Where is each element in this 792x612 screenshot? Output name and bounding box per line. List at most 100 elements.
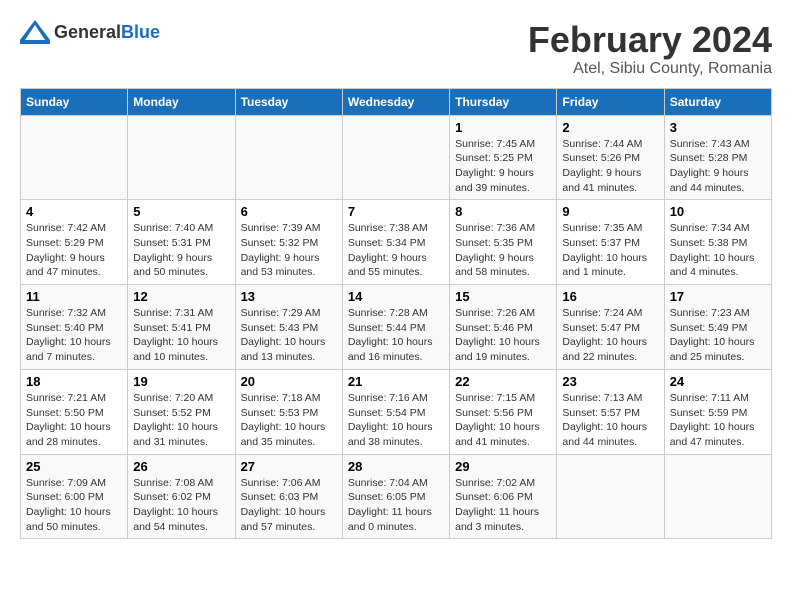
calendar-cell: 6Sunrise: 7:39 AM Sunset: 5:32 PM Daylig…: [235, 200, 342, 285]
calendar-cell: [235, 115, 342, 200]
day-number: 1: [455, 120, 551, 135]
day-number: 18: [26, 374, 122, 389]
calendar-cell: 29 Sunrise: 7:02 AM Sunset: 6:06 PM Dayli…: [450, 454, 557, 539]
logo-general: GeneralBlue: [54, 22, 160, 43]
calendar-cell: 14 Sunrise: 7:28 AM Sunset: 5:44 PM Dayli…: [342, 285, 449, 370]
calendar-cell: 27 Sunrise: 7:06 AM Sunset: 6:03 PM Dayli…: [235, 454, 342, 539]
day-number: 15: [455, 289, 551, 304]
day-info: Sunrise: 7:15 AM Sunset: 5:56 PM Dayligh…: [455, 391, 551, 450]
day-info: Sunrise: 7:04 AM Sunset: 6:05 PM Dayligh…: [348, 476, 444, 535]
calendar-cell: [557, 454, 664, 539]
day-info: Sunrise: 7:18 AM Sunset: 5:53 PM Dayligh…: [241, 391, 337, 450]
calendar-cell: 16 Sunrise: 7:24 AM Sunset: 5:47 PM Dayli…: [557, 285, 664, 370]
weekday-header-friday: Friday: [557, 88, 664, 115]
weekday-header-monday: Monday: [128, 88, 235, 115]
calendar-cell: 7 Sunrise: 7:38 AM Sunset: 5:34 PM Daylig…: [342, 200, 449, 285]
calendar-cell: 17 Sunrise: 7:23 AM Sunset: 5:49 PM Dayli…: [664, 285, 771, 370]
day-number: 29: [455, 459, 551, 474]
day-info: Sunrise: 7:02 AM Sunset: 6:06 PM Dayligh…: [455, 476, 551, 535]
day-number: 16: [562, 289, 658, 304]
calendar-cell: 11Sunrise: 7:32 AM Sunset: 5:40 PM Dayli…: [21, 285, 128, 370]
day-info: Sunrise: 7:06 AM Sunset: 6:03 PM Dayligh…: [241, 476, 337, 535]
day-number: 23: [562, 374, 658, 389]
day-number: 5: [133, 204, 229, 219]
calendar-cell: 12Sunrise: 7:31 AM Sunset: 5:41 PM Dayli…: [128, 285, 235, 370]
calendar-cell: 3Sunrise: 7:43 AM Sunset: 5:28 PM Daylig…: [664, 115, 771, 200]
weekday-header-row: SundayMondayTuesdayWednesdayThursdayFrid…: [21, 88, 772, 115]
calendar-cell: 9 Sunrise: 7:35 AM Sunset: 5:37 PM Daylig…: [557, 200, 664, 285]
calendar-cell: [664, 454, 771, 539]
calendar-cell: 26Sunrise: 7:08 AM Sunset: 6:02 PM Dayli…: [128, 454, 235, 539]
calendar-cell: [342, 115, 449, 200]
day-number: 17: [670, 289, 766, 304]
calendar-cell: 28 Sunrise: 7:04 AM Sunset: 6:05 PM Dayli…: [342, 454, 449, 539]
day-number: 11: [26, 289, 122, 304]
calendar-cell: 5 Sunrise: 7:40 AM Sunset: 5:31 PM Daylig…: [128, 200, 235, 285]
day-number: 7: [348, 204, 444, 219]
title-area: February 2024 Atel, Sibiu County, Romani…: [528, 20, 772, 78]
weekday-header-saturday: Saturday: [664, 88, 771, 115]
day-info: Sunrise: 7:20 AM Sunset: 5:52 PM Dayligh…: [133, 391, 229, 450]
day-number: 22: [455, 374, 551, 389]
day-number: 6: [241, 204, 337, 219]
day-info: Sunrise: 7:11 AM Sunset: 5:59 PM Dayligh…: [670, 391, 766, 450]
calendar-cell: [21, 115, 128, 200]
day-number: 14: [348, 289, 444, 304]
day-info: Sunrise: 7:42 AM Sunset: 5:29 PM Dayligh…: [26, 221, 122, 280]
day-info: Sunrise: 7:13 AM Sunset: 5:57 PM Dayligh…: [562, 391, 658, 450]
day-number: 24: [670, 374, 766, 389]
calendar-cell: 24 Sunrise: 7:11 AM Sunset: 5:59 PM Dayli…: [664, 369, 771, 454]
calendar-week-row: 1 Sunrise: 7:45 AM Sunset: 5:25 PM Daylig…: [21, 115, 772, 200]
day-number: 8: [455, 204, 551, 219]
day-number: 10: [670, 204, 766, 219]
day-info: Sunrise: 7:44 AM Sunset: 5:26 PM Dayligh…: [562, 137, 658, 196]
calendar-cell: 10 Sunrise: 7:34 AM Sunset: 5:38 PM Dayli…: [664, 200, 771, 285]
day-info: Sunrise: 7:34 AM Sunset: 5:38 PM Dayligh…: [670, 221, 766, 280]
calendar-cell: 13 Sunrise: 7:29 AM Sunset: 5:43 PM Dayli…: [235, 285, 342, 370]
calendar-cell: 8Sunrise: 7:36 AM Sunset: 5:35 PM Daylig…: [450, 200, 557, 285]
day-number: 20: [241, 374, 337, 389]
header: GeneralBlue February 2024 Atel, Sibiu Co…: [20, 20, 772, 78]
day-number: 25: [26, 459, 122, 474]
day-info: Sunrise: 7:16 AM Sunset: 5:54 PM Dayligh…: [348, 391, 444, 450]
day-number: 3: [670, 120, 766, 135]
calendar-cell: [128, 115, 235, 200]
day-info: Sunrise: 7:38 AM Sunset: 5:34 PM Dayligh…: [348, 221, 444, 280]
day-number: 2: [562, 120, 658, 135]
day-number: 13: [241, 289, 337, 304]
calendar-cell: 25Sunrise: 7:09 AM Sunset: 6:00 PM Dayli…: [21, 454, 128, 539]
day-info: Sunrise: 7:26 AM Sunset: 5:46 PM Dayligh…: [455, 306, 551, 365]
day-info: Sunrise: 7:21 AM Sunset: 5:50 PM Dayligh…: [26, 391, 122, 450]
day-info: Sunrise: 7:29 AM Sunset: 5:43 PM Dayligh…: [241, 306, 337, 365]
calendar-week-row: 18 Sunrise: 7:21 AM Sunset: 5:50 PM Dayli…: [21, 369, 772, 454]
day-info: Sunrise: 7:23 AM Sunset: 5:49 PM Dayligh…: [670, 306, 766, 365]
day-number: 21: [348, 374, 444, 389]
day-info: Sunrise: 7:45 AM Sunset: 5:25 PM Dayligh…: [455, 137, 551, 196]
day-info: Sunrise: 7:35 AM Sunset: 5:37 PM Dayligh…: [562, 221, 658, 280]
day-number: 27: [241, 459, 337, 474]
calendar-cell: 21 Sunrise: 7:16 AM Sunset: 5:54 PM Dayli…: [342, 369, 449, 454]
day-number: 28: [348, 459, 444, 474]
calendar-table: SundayMondayTuesdayWednesdayThursdayFrid…: [20, 88, 772, 540]
day-number: 19: [133, 374, 229, 389]
day-info: Sunrise: 7:40 AM Sunset: 5:31 PM Dayligh…: [133, 221, 229, 280]
calendar-week-row: 25Sunrise: 7:09 AM Sunset: 6:00 PM Dayli…: [21, 454, 772, 539]
day-info: Sunrise: 7:24 AM Sunset: 5:47 PM Dayligh…: [562, 306, 658, 365]
subtitle: Atel, Sibiu County, Romania: [528, 60, 772, 78]
calendar-week-row: 4 Sunrise: 7:42 AM Sunset: 5:29 PM Daylig…: [21, 200, 772, 285]
day-info: Sunrise: 7:28 AM Sunset: 5:44 PM Dayligh…: [348, 306, 444, 365]
calendar-cell: 19 Sunrise: 7:20 AM Sunset: 5:52 PM Dayli…: [128, 369, 235, 454]
calendar-cell: 22 Sunrise: 7:15 AM Sunset: 5:56 PM Dayli…: [450, 369, 557, 454]
day-number: 9: [562, 204, 658, 219]
main-title: February 2024: [528, 20, 772, 60]
day-number: 4: [26, 204, 122, 219]
calendar-week-row: 11Sunrise: 7:32 AM Sunset: 5:40 PM Dayli…: [21, 285, 772, 370]
weekday-header-sunday: Sunday: [21, 88, 128, 115]
calendar-cell: 18 Sunrise: 7:21 AM Sunset: 5:50 PM Dayli…: [21, 369, 128, 454]
calendar-cell: 20 Sunrise: 7:18 AM Sunset: 5:53 PM Dayli…: [235, 369, 342, 454]
calendar-cell: 23 Sunrise: 7:13 AM Sunset: 5:57 PM Dayli…: [557, 369, 664, 454]
calendar-cell: 15 Sunrise: 7:26 AM Sunset: 5:46 PM Dayli…: [450, 285, 557, 370]
calendar-cell: 4 Sunrise: 7:42 AM Sunset: 5:29 PM Daylig…: [21, 200, 128, 285]
weekday-header-wednesday: Wednesday: [342, 88, 449, 115]
day-number: 26: [133, 459, 229, 474]
